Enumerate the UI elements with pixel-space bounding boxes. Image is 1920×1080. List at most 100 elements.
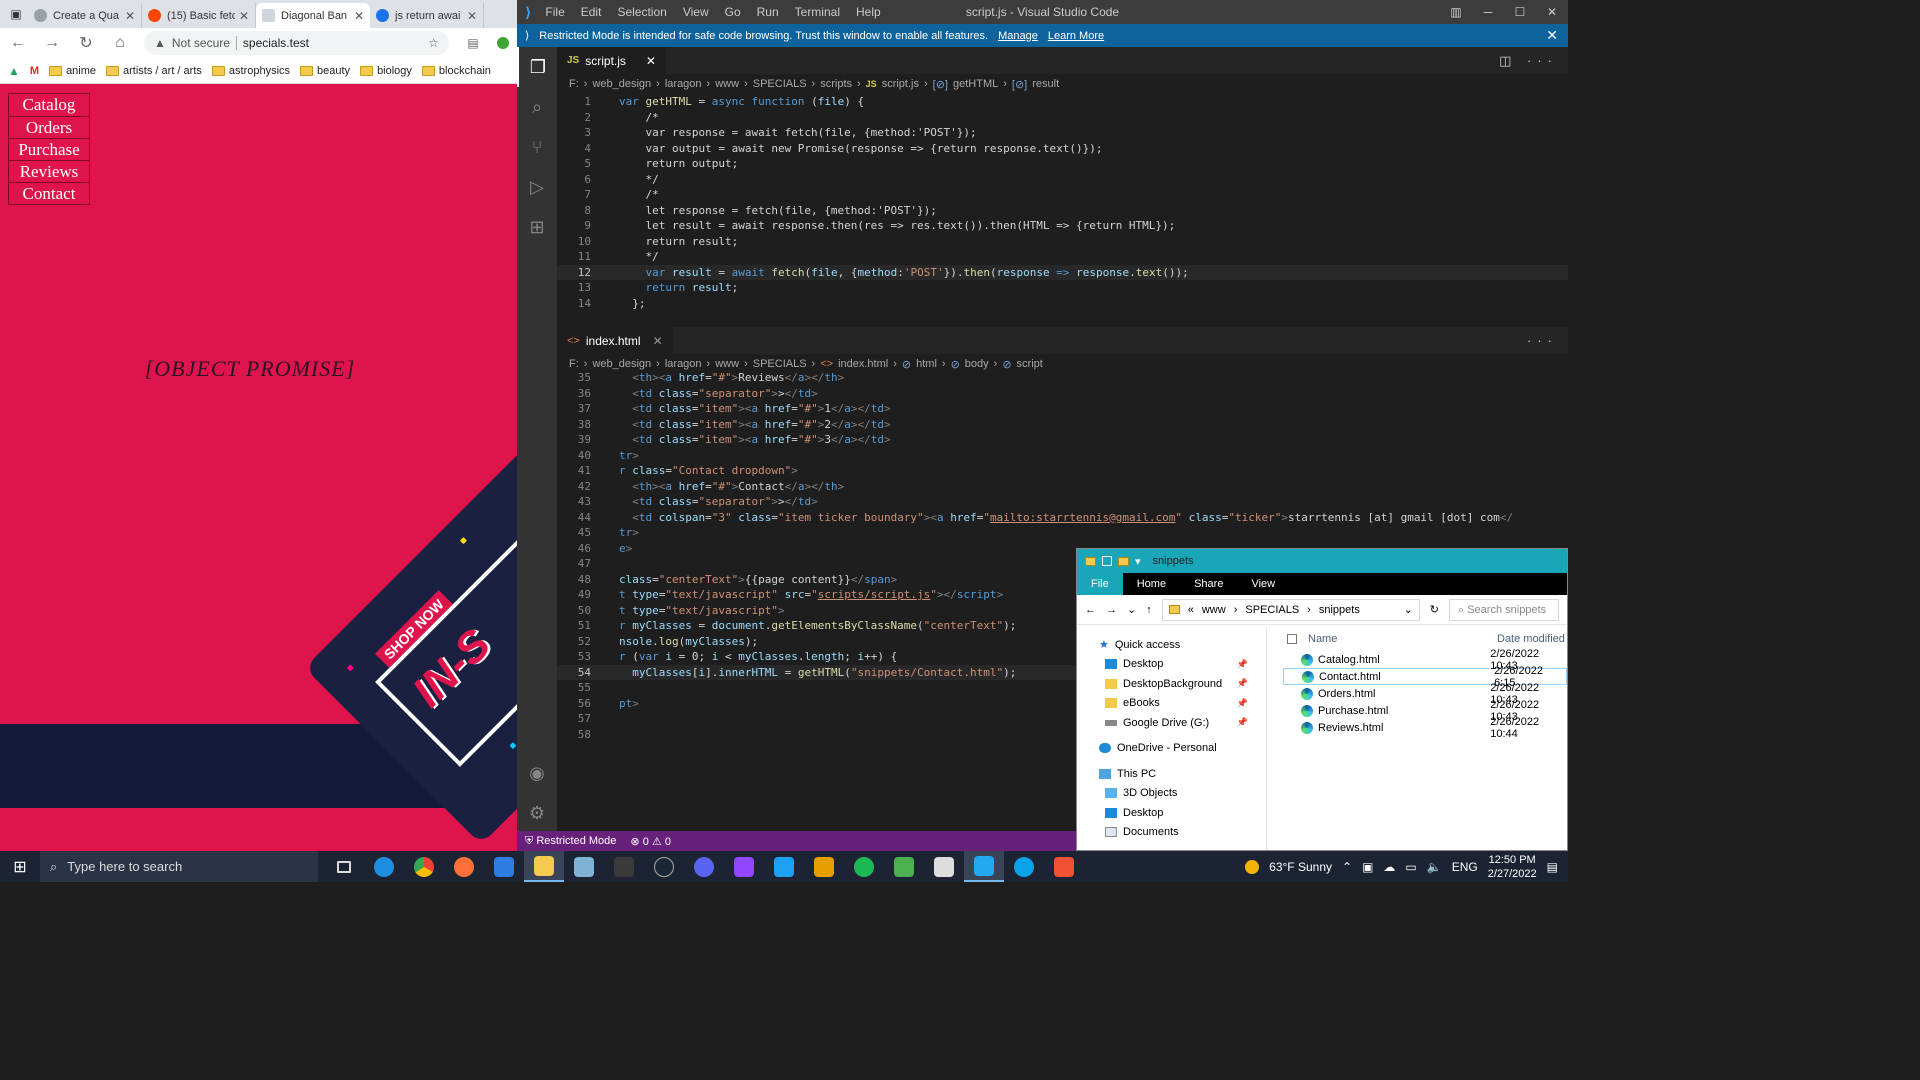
bookmark-folder[interactable]: anime xyxy=(49,65,96,77)
unity-icon[interactable] xyxy=(924,851,964,882)
recent-dropdown-icon[interactable]: ⌄ xyxy=(1127,603,1136,616)
back-icon[interactable]: ← xyxy=(1085,604,1096,616)
menu-run[interactable]: Run xyxy=(757,5,779,19)
nav-item-ebooks[interactable]: eBooks 📌 xyxy=(1077,694,1266,714)
editor-tab-script-js[interactable]: JS script.js ✕ xyxy=(557,47,666,74)
weather-text[interactable]: 63°F Sunny xyxy=(1269,860,1332,874)
nav-item-3d-objects[interactable]: 3D Objects xyxy=(1077,784,1266,804)
discord-icon[interactable] xyxy=(684,851,724,882)
ribbon-tab-file[interactable]: File xyxy=(1077,573,1123,595)
checkbox-icon[interactable] xyxy=(1287,633,1297,644)
reload-icon[interactable]: ↻ xyxy=(76,33,96,53)
close-icon[interactable]: ✕ xyxy=(1546,27,1558,44)
home-icon[interactable]: ⌂ xyxy=(110,34,130,52)
close-icon[interactable]: ✕ xyxy=(653,334,663,348)
chrome-icon[interactable] xyxy=(404,851,444,882)
chevron-up-icon[interactable]: ⌃ xyxy=(1342,860,1352,874)
close-icon[interactable]: ✕ xyxy=(239,9,249,23)
site-nav-reviews[interactable]: Reviews xyxy=(9,160,89,182)
source-control-icon[interactable]: ⑂ xyxy=(517,127,557,167)
menu-go[interactable]: Go xyxy=(725,5,741,19)
account-icon[interactable]: ◉ xyxy=(517,753,557,793)
file-row[interactable]: Reviews.html 2/26/2022 10:44 xyxy=(1283,716,1567,740)
minimize-icon[interactable]: ─ xyxy=(1472,0,1504,24)
up-icon[interactable]: ↑ xyxy=(1146,604,1152,616)
volume-icon[interactable]: 🔈 xyxy=(1427,860,1442,874)
run-debug-icon[interactable]: ▷ xyxy=(517,167,557,207)
nav-item-onedrive[interactable]: OneDrive - Personal xyxy=(1077,739,1266,759)
browser-tab[interactable]: js return awai ✕ xyxy=(370,3,484,28)
explorer-search-input[interactable]: ⌕ Search snippets xyxy=(1449,598,1559,621)
bookmark-folder[interactable]: blockchain xyxy=(421,65,491,77)
checkbox-icon[interactable] xyxy=(1102,556,1112,566)
git-icon[interactable] xyxy=(1044,851,1084,882)
edge-icon[interactable] xyxy=(364,851,404,882)
adobe-icon[interactable] xyxy=(604,851,644,882)
problems-status[interactable]: ⊗ 0 ⚠ 0 xyxy=(630,835,671,848)
twitter-icon[interactable] xyxy=(764,851,804,882)
notepad-icon[interactable] xyxy=(564,851,604,882)
bookmark-folder[interactable]: biology xyxy=(360,65,412,77)
site-nav-orders[interactable]: Orders xyxy=(9,116,89,138)
close-icon[interactable]: ✕ xyxy=(467,9,477,23)
nav-item-desktop[interactable]: Desktop 📌 xyxy=(1077,655,1266,675)
cloud-icon[interactable]: ☁ xyxy=(1383,860,1395,874)
address-bar[interactable]: ▲ Not secure specials.test ☆ xyxy=(144,31,449,55)
learn-more-link[interactable]: Learn More xyxy=(1048,30,1104,42)
settings-gear-icon[interactable]: ⚙ xyxy=(517,793,557,833)
split-editor-icon[interactable]: ◫ ··· xyxy=(1499,53,1558,69)
site-nav-contact[interactable]: Contact xyxy=(9,182,89,204)
code-editor[interactable]: 1 var getHTML = async function (file) { 2… xyxy=(557,94,1568,311)
notifications-icon[interactable]: ▤ xyxy=(1547,860,1558,874)
explorer-path-bar[interactable]: « www › SPECIALS › snippets ⌄ xyxy=(1161,598,1420,621)
column-date-modified[interactable]: Date modified xyxy=(1497,633,1565,645)
menu-terminal[interactable]: Terminal xyxy=(795,5,840,19)
forward-icon[interactable]: → xyxy=(1106,604,1117,616)
app-icon[interactable] xyxy=(1004,851,1044,882)
column-name[interactable]: Name xyxy=(1283,633,1497,645)
steam-icon[interactable] xyxy=(644,851,684,882)
bookmark-star-icon[interactable]: ☆ xyxy=(428,36,439,50)
nav-item-quick-access[interactable]: ★ Quick access xyxy=(1077,635,1266,655)
file-explorer-icon[interactable] xyxy=(524,851,564,882)
close-icon[interactable]: ✕ xyxy=(354,9,364,23)
forward-icon[interactable]: → xyxy=(42,34,62,52)
bookmark-folder[interactable]: astrophysics xyxy=(211,65,290,77)
todo-icon[interactable] xyxy=(484,851,524,882)
menu-selection[interactable]: Selection xyxy=(617,5,666,19)
chevron-down-icon[interactable]: ⌄ xyxy=(1404,603,1413,616)
network-icon[interactable]: ▭ xyxy=(1405,860,1416,874)
taskbar-search-box[interactable]: ⌕ Type here to search xyxy=(40,851,318,882)
windows-start-icon[interactable]: ⊞ xyxy=(0,857,40,877)
firefox-icon[interactable] xyxy=(444,851,484,882)
site-nav-purchase[interactable]: Purchase xyxy=(9,138,89,160)
task-view-icon[interactable] xyxy=(324,851,364,882)
site-nav-catalog[interactable]: Catalog xyxy=(9,94,89,116)
tray-app-icon[interactable]: ▣ xyxy=(1362,860,1373,874)
more-actions-icon[interactable]: ··· xyxy=(1527,333,1558,348)
bookmark-folder[interactable]: artists / art / arts xyxy=(106,65,202,77)
url-text[interactable]: specials.test xyxy=(243,36,422,50)
close-icon[interactable]: ✕ xyxy=(1536,0,1568,24)
vscode-icon[interactable] xyxy=(964,851,1004,882)
download-icon[interactable] xyxy=(884,851,924,882)
ribbon-tab-home[interactable]: Home xyxy=(1123,573,1180,595)
menu-help[interactable]: Help xyxy=(856,5,881,19)
clock[interactable]: 12:50 PM 2/27/2022 xyxy=(1488,853,1537,881)
menu-file[interactable]: File xyxy=(545,5,564,19)
maximize-icon[interactable]: ☐ xyxy=(1504,0,1536,24)
menu-edit[interactable]: Edit xyxy=(581,5,602,19)
restricted-mode-status[interactable]: ⛨ Restricted Mode xyxy=(525,835,616,848)
back-icon[interactable]: ← xyxy=(8,34,28,52)
nav-item-desktop[interactable]: Desktop xyxy=(1077,803,1266,823)
nav-item-this-pc[interactable]: This PC xyxy=(1077,764,1266,784)
ribbon-tab-share[interactable]: Share xyxy=(1180,573,1237,595)
profile-icon[interactable] xyxy=(497,37,509,49)
menu-view[interactable]: View xyxy=(683,5,709,19)
browser-tab[interactable]: Create a Qua ✕ xyxy=(28,3,142,28)
editor-tab-index-html[interactable]: <> index.html ✕ xyxy=(557,327,673,354)
browser-tab-active[interactable]: Diagonal Ban ✕ xyxy=(256,3,370,28)
explorer-icon[interactable]: ❐ xyxy=(517,47,557,87)
twitch-icon[interactable] xyxy=(724,851,764,882)
extensions-icon[interactable]: ⊞ xyxy=(517,207,557,247)
